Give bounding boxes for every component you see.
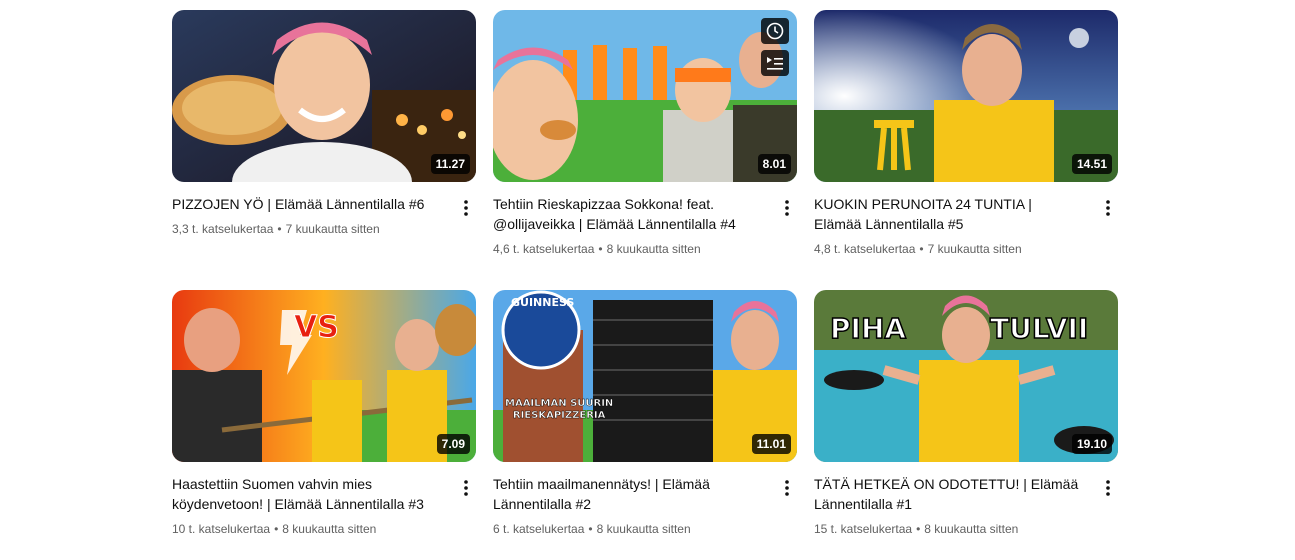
video-duration: 7.09 (436, 434, 470, 454)
video-title[interactable]: Tehtiin maailmanennätys! | Elämää Lännen… (493, 474, 761, 514)
view-count: 3,3 t. katselukertaa (172, 222, 274, 236)
video-title[interactable]: Tehtiin Rieskapizzaa Sokkona! feat. @oll… (493, 194, 761, 234)
video-title[interactable]: PIZZOJEN YÖ | Elämää Lännentilalla #6 (172, 194, 440, 214)
more-actions-icon[interactable] (1098, 476, 1118, 500)
upload-age: 8 kuukautta sitten (596, 522, 691, 536)
video-card[interactable]: 11.27 PIZZOJEN YÖ | Elämää Lännentilalla… (172, 10, 476, 238)
video-card[interactable]: 8.01 Tehtiin Rieskapizzaa Sokkona! feat.… (493, 10, 797, 258)
video-duration: 8.01 (757, 154, 791, 174)
video-title[interactable]: Haastettiin Suomen vahvin mies köydenvet… (172, 474, 440, 514)
watch-later-icon[interactable] (761, 18, 789, 44)
view-count: 15 t. katselukertaa (814, 522, 913, 536)
more-actions-icon[interactable] (456, 196, 476, 220)
video-stats: 3,3 t. katselukertaa • 7 kuukautta sitten (172, 222, 380, 236)
flood-title-left: PIHA (829, 311, 907, 346)
view-count: 4,6 t. katselukertaa (493, 242, 595, 256)
upload-age: 7 kuukautta sitten (927, 242, 1022, 256)
video-stats: 4,8 t. katselukertaa • 7 kuukautta sitten (814, 242, 1022, 256)
record-caption-line: MAAILMAN SUURIN (505, 398, 614, 409)
guinness-logo-text: GUINNESS (511, 296, 575, 309)
more-actions-icon[interactable] (456, 476, 476, 500)
video-thumbnail[interactable]: VS 7.09 (172, 290, 476, 462)
upload-age: 8 kuukautta sitten (282, 522, 377, 536)
video-thumbnail[interactable]: 14.51 (814, 10, 1118, 182)
video-card[interactable]: 14.51 KUOKIN PERUNOITA 24 TUNTIA | Elämä… (814, 10, 1118, 258)
video-card[interactable]: VS 7.09 Haastettiin Suomen vahvin mies k… (172, 290, 476, 538)
view-count: 4,8 t. katselukertaa (814, 242, 916, 256)
record-caption-line: RIESKAPIZZERIA (512, 410, 606, 421)
view-count: 6 t. katselukertaa (493, 522, 585, 536)
video-stats: 4,6 t. katselukertaa • 8 kuukautta sitten (493, 242, 701, 256)
video-card[interactable]: PIHA TULVII 19.10 TÄTÄ HETKEÄ ON ODOTETT… (814, 290, 1118, 538)
flood-title-right: TULVII (989, 311, 1089, 346)
video-thumbnail[interactable]: PIHA TULVII 19.10 (814, 290, 1118, 462)
add-to-queue-icon[interactable] (761, 50, 789, 76)
video-thumbnail[interactable]: GUINNESS MAAILMAN SUURIN RIESKAPIZZERIA … (493, 290, 797, 462)
video-title[interactable]: KUOKIN PERUNOITA 24 TUNTIA | Elämää Länn… (814, 194, 1082, 234)
vs-badge: VS (294, 310, 340, 346)
video-stats: 15 t. katselukertaa • 8 kuukautta sitten (814, 522, 1019, 536)
blindfold-pizza-thumbnail (493, 10, 797, 182)
video-thumbnail[interactable]: 11.27 (172, 10, 476, 182)
upload-age: 7 kuukautta sitten (285, 222, 380, 236)
video-card[interactable]: GUINNESS MAAILMAN SUURIN RIESKAPIZZERIA … (493, 290, 797, 538)
video-duration: 14.51 (1071, 154, 1112, 174)
more-actions-icon[interactable] (1098, 196, 1118, 220)
video-stats: 10 t. katselukertaa • 8 kuukautta sitten (172, 522, 377, 536)
record-caption: MAAILMAN SUURIN RIESKAPIZZERIA (505, 398, 614, 422)
view-count: 10 t. katselukertaa (172, 522, 271, 536)
more-actions-icon[interactable] (777, 196, 797, 220)
video-stats: 6 t. katselukertaa • 8 kuukautta sitten (493, 522, 691, 536)
video-duration: 11.01 (751, 434, 791, 454)
upload-age: 8 kuukautta sitten (606, 242, 701, 256)
more-actions-icon[interactable] (777, 476, 797, 500)
upload-age: 8 kuukautta sitten (924, 522, 1019, 536)
video-thumbnail[interactable]: 8.01 (493, 10, 797, 182)
video-title[interactable]: TÄTÄ HETKEÄ ON ODOTETTU! | Elämää Lännen… (814, 474, 1082, 514)
video-duration: 19.10 (1071, 434, 1112, 454)
video-duration: 11.27 (430, 154, 470, 174)
